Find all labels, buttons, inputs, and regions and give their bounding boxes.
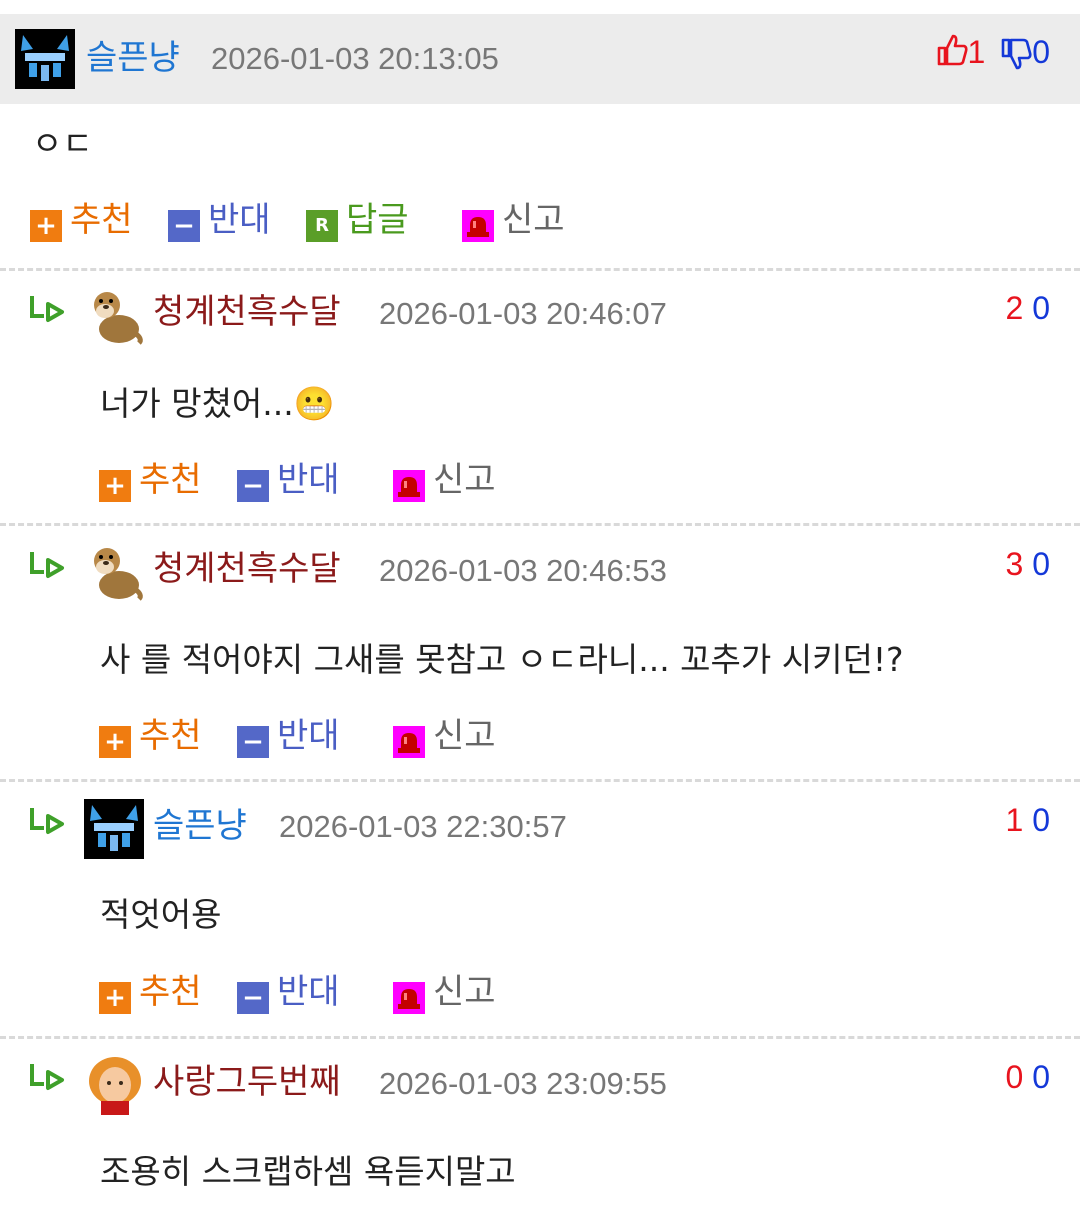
comment-datetime: 2026-01-03 20:46:53 xyxy=(379,553,667,588)
vote-counts: 0 0 xyxy=(1006,1057,1050,1097)
vote-counts: 2 0 xyxy=(1006,288,1050,328)
comment-nickname[interactable]: 사랑그두번째 xyxy=(153,1062,341,1102)
plus-icon: + xyxy=(99,726,131,758)
avatar-otter[interactable] xyxy=(85,541,145,601)
minus-icon: − xyxy=(237,982,269,1014)
comment-actions: + 추천 − 반대 신고 xyxy=(99,970,599,1014)
comment-nickname[interactable]: 청계천흑수달 xyxy=(153,292,341,332)
cat-avatar-icon xyxy=(15,29,75,89)
recommend-label: 추천 xyxy=(139,972,202,1012)
comment-separator xyxy=(0,1036,1080,1039)
reply-arrow-icon xyxy=(30,808,64,834)
comment-text: 조용히 스크랩하셈 욕듣지말고 xyxy=(100,1152,516,1191)
like-count: 0 xyxy=(1005,1059,1024,1095)
like-count: 1 xyxy=(967,34,986,70)
thumbs-up-icon xyxy=(937,34,968,66)
siren-icon xyxy=(393,470,425,502)
comment-nickname[interactable]: 슬픈냥 xyxy=(153,806,247,846)
report-label: 신고 xyxy=(502,200,565,240)
recommend-label: 추천 xyxy=(70,200,133,240)
comment-datetime: 2026-01-03 22:30:57 xyxy=(279,809,567,844)
avatar-person[interactable] xyxy=(85,1055,145,1115)
vote-counts: 3 0 xyxy=(1006,544,1050,584)
reply-icon: R xyxy=(306,210,338,242)
oppose-label: 반대 xyxy=(277,716,340,756)
comment-nickname[interactable]: 청계천흑수달 xyxy=(153,549,341,589)
report-label: 신고 xyxy=(433,716,496,756)
dislike-count: 0 xyxy=(1032,1059,1050,1095)
comment-datetime: 2026-01-03 20:13:05 xyxy=(211,41,499,76)
recommend-label: 추천 xyxy=(139,460,202,500)
comment-actions: + 추천 − 반대 신고 xyxy=(99,714,599,758)
thumbs-down-icon xyxy=(1001,38,1032,70)
dislike-count: 0 xyxy=(1032,546,1050,582)
comment-text: 너가 망쳤어...😬 xyxy=(100,384,335,423)
comment-separator xyxy=(0,779,1080,782)
reply-arrow-icon xyxy=(30,552,64,578)
siren-icon xyxy=(393,726,425,758)
avatar-sad-cat[interactable] xyxy=(15,29,75,89)
otter-avatar-icon xyxy=(94,292,143,345)
like-count: 3 xyxy=(1005,546,1024,582)
oppose-label: 반대 xyxy=(208,200,271,240)
comment-text: 적엇어용 xyxy=(100,895,222,934)
comment-text: 사 를 적어야지 그새를 못참고 ㅇㄷ라니... 꼬추가 시키던!? xyxy=(100,640,904,679)
vote-counts: 1 0 xyxy=(1006,800,1050,840)
comment-separator xyxy=(0,523,1080,526)
reply-label: 답글 xyxy=(346,200,409,240)
comment-separator xyxy=(0,268,1080,271)
like-count: 1 xyxy=(1005,802,1024,838)
comment-text: ㅇㄷ xyxy=(32,124,93,163)
otter-avatar-icon xyxy=(94,548,143,601)
siren-icon xyxy=(462,210,494,242)
plus-icon: + xyxy=(99,470,131,502)
recommend-label: 추천 xyxy=(139,716,202,756)
minus-icon: − xyxy=(237,726,269,758)
plus-icon: + xyxy=(30,210,62,242)
comment-actions: + 추천 − 반대 R 답글 신고 xyxy=(30,198,630,242)
report-label: 신고 xyxy=(433,460,496,500)
comment-datetime: 2026-01-03 23:09:55 xyxy=(379,1066,667,1101)
dislike-count: 0 xyxy=(1032,802,1050,838)
minus-icon: − xyxy=(237,470,269,502)
reply-arrow-icon xyxy=(30,1064,64,1090)
report-label: 신고 xyxy=(433,972,496,1012)
like-count: 2 xyxy=(1005,290,1024,326)
minus-icon: − xyxy=(168,210,200,242)
siren-icon xyxy=(393,982,425,1014)
person-avatar-icon xyxy=(85,1055,145,1115)
vote-counts: 1 0 xyxy=(936,32,1050,72)
comment-actions: + 추천 − 반대 신고 xyxy=(99,458,599,502)
avatar-otter[interactable] xyxy=(85,285,145,345)
oppose-label: 반대 xyxy=(277,460,340,500)
reply-arrow-icon xyxy=(30,296,64,322)
plus-icon: + xyxy=(99,982,131,1014)
comment-nickname[interactable]: 슬픈냥 xyxy=(86,38,180,78)
oppose-label: 반대 xyxy=(277,972,340,1012)
comment-datetime: 2026-01-03 20:46:07 xyxy=(379,296,667,331)
avatar-sad-cat[interactable] xyxy=(84,799,144,859)
dislike-count: 0 xyxy=(1032,34,1050,70)
cat-avatar-icon xyxy=(84,799,144,859)
dislike-count: 0 xyxy=(1032,290,1050,326)
